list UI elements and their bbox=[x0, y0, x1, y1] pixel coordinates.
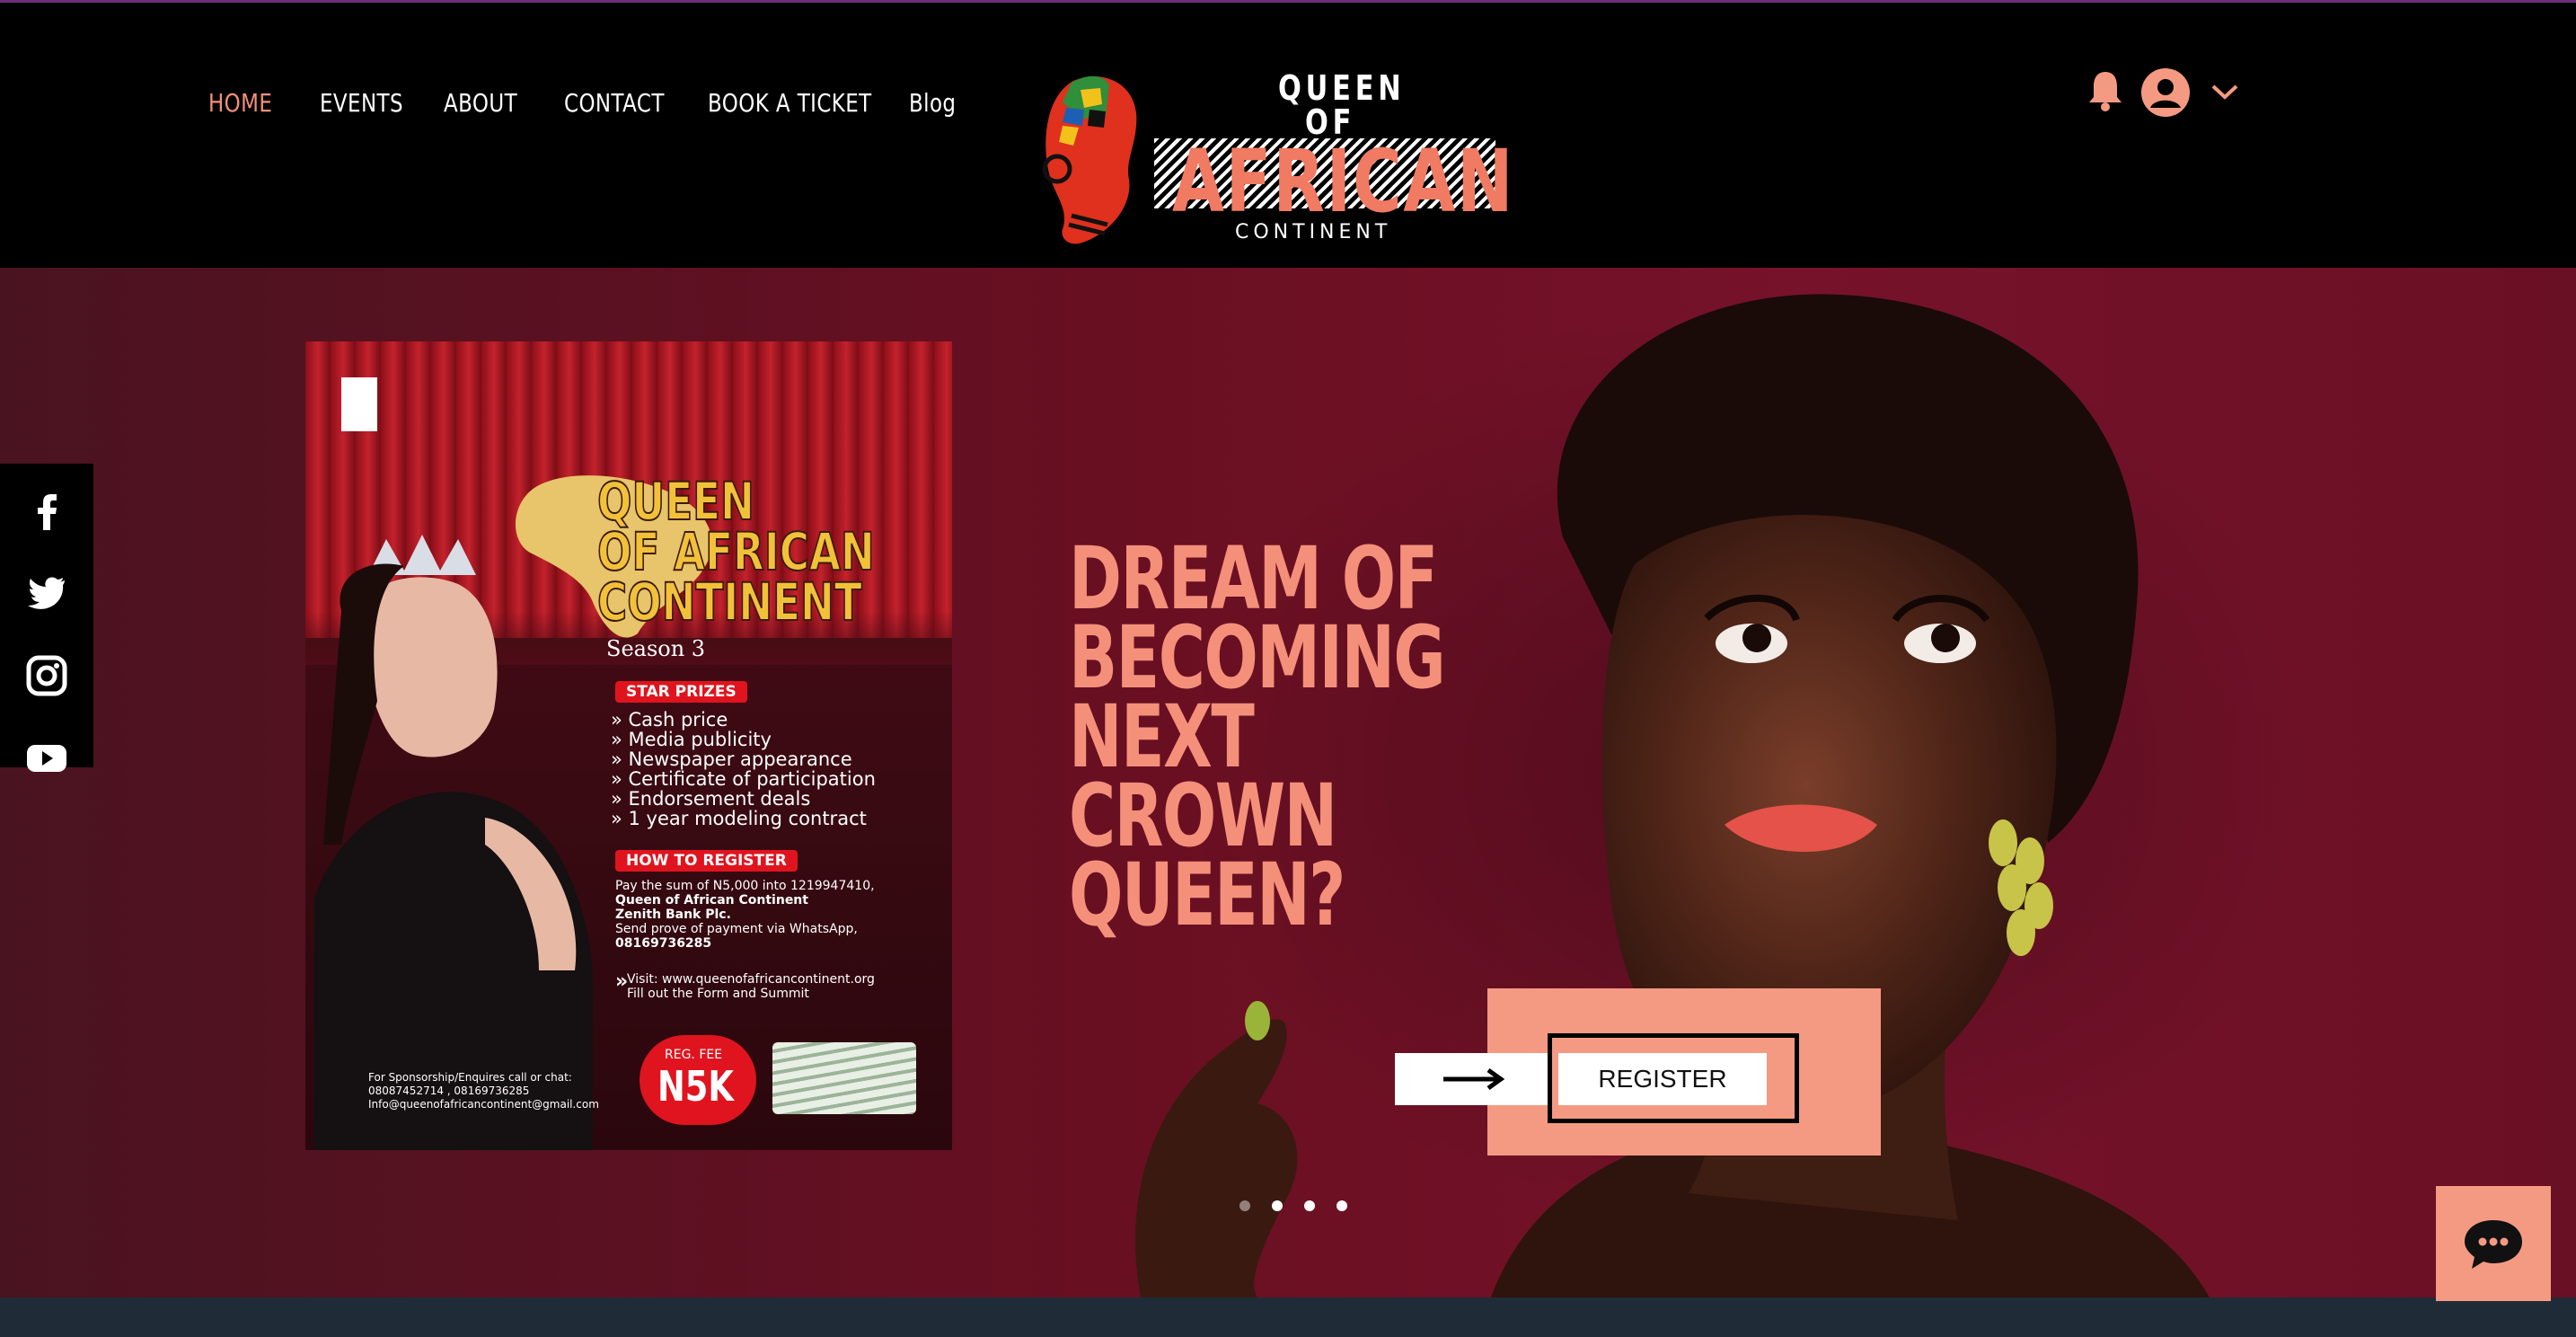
chat-bubble-icon bbox=[2465, 1220, 2522, 1269]
poster-prize-item: » Cash price bbox=[611, 709, 728, 730]
instagram-icon[interactable] bbox=[23, 652, 70, 699]
poster-prize-item: » Newspaper appearance bbox=[611, 748, 852, 770]
poster-fee-value: N5K bbox=[657, 1062, 734, 1111]
poster-title-line1: QUEEN bbox=[596, 471, 754, 532]
chat-widget[interactable] bbox=[2436, 1186, 2551, 1301]
poster-prizes-badge: STAR PRIZES bbox=[615, 681, 747, 703]
poster-visit-info: Visit: www.queenofafricancontinent.org F… bbox=[627, 972, 875, 1001]
site-logo[interactable]: QUEEN OF AFRICAN CONTINENT bbox=[1019, 63, 1513, 256]
logo-text-african: AFRICAN bbox=[1172, 131, 1515, 232]
poster-register-line: 08169736285 bbox=[615, 936, 712, 951]
poster-visit-line: Fill out the Form and Summit bbox=[627, 987, 809, 1001]
poster-fee-label: REG. FEE bbox=[665, 1048, 723, 1062]
poster-register-line: Zenith Bank Plc. bbox=[615, 908, 731, 922]
headline-line: DREAM OF bbox=[1069, 528, 1438, 629]
slide-dot[interactable] bbox=[1337, 1200, 1347, 1211]
poster-visit-line: Visit: www.queenofafricancontinent.org bbox=[627, 972, 875, 987]
poster-prize-item: » Media publicity bbox=[611, 729, 772, 750]
slide-dot[interactable] bbox=[1239, 1200, 1250, 1211]
poster-contact-line: Info@queenofafricancontinent@gmail.com bbox=[368, 1098, 599, 1111]
money-stack-image bbox=[772, 1042, 916, 1114]
poster-prize-item: » 1 year modeling contract bbox=[611, 808, 867, 829]
poster-model-image bbox=[314, 535, 593, 1150]
poster-title: QUEEN OF AFRICAN CONTINENT bbox=[596, 471, 875, 633]
hero-headline: DREAM OF BECOMING NEXT CROWN QUEEN? bbox=[1069, 528, 1446, 945]
nav-home[interactable]: HOME bbox=[208, 81, 272, 126]
poster-prizes-list: » Cash price » Media publicity » Newspap… bbox=[611, 710, 876, 828]
poster-contact-line: For Sponsorship/Enquires call or chat: bbox=[368, 1071, 572, 1084]
nav-book-a-ticket[interactable]: BOOK A TICKET bbox=[708, 81, 872, 126]
nav-contact[interactable]: CONTACT bbox=[564, 81, 665, 126]
bell-icon[interactable] bbox=[2086, 68, 2125, 113]
social-bar bbox=[0, 464, 93, 772]
headline-line: BECOMING bbox=[1069, 607, 1446, 708]
facebook-icon[interactable] bbox=[23, 487, 70, 534]
poster-prize-item: » Certificate of participation bbox=[611, 768, 876, 790]
poster-register-badge: HOW TO REGISTER bbox=[615, 850, 798, 872]
event-poster[interactable]: QUEEN OF AFRICAN CONTINENT Season 3 STAR… bbox=[305, 341, 952, 1150]
register-button[interactable]: REGISTER bbox=[1558, 1053, 1767, 1105]
poster-fee-badge: REG. FEE N5K bbox=[640, 1035, 756, 1125]
poster-register-line: Queen of African Continent bbox=[615, 893, 808, 908]
slide-dot[interactable] bbox=[1304, 1200, 1315, 1211]
arrow-right-icon bbox=[1443, 1067, 1505, 1091]
youtube-icon[interactable] bbox=[23, 735, 70, 782]
slide-dot[interactable] bbox=[1272, 1200, 1283, 1211]
poster-register-line: Pay the sum of N5,000 into 1219947410, bbox=[615, 879, 875, 893]
headline-line: CROWN bbox=[1069, 766, 1337, 866]
poster-title-line3: CONTINENT bbox=[596, 571, 862, 633]
headline-line: NEXT bbox=[1069, 686, 1255, 787]
nav-about[interactable]: ABOUT bbox=[444, 81, 517, 126]
poster-badge-icon bbox=[341, 377, 377, 431]
next-section-strip bbox=[0, 1297, 2576, 1337]
user-avatar-icon[interactable] bbox=[2141, 68, 2190, 117]
poster-register-line: Send prove of payment via WhatsApp, bbox=[615, 922, 858, 936]
register-arrow-box[interactable] bbox=[1395, 1053, 1548, 1105]
queen-profile-logo-icon bbox=[1042, 75, 1137, 244]
chevron-down-icon[interactable] bbox=[2210, 81, 2240, 102]
twitter-icon[interactable] bbox=[23, 569, 70, 615]
poster-season: Season 3 bbox=[606, 636, 706, 661]
poster-title-line2: OF AFRICAN bbox=[596, 521, 875, 582]
headline-line: QUEEN? bbox=[1069, 845, 1345, 945]
poster-contact-line: 08087452714 , 08169736285 bbox=[368, 1085, 530, 1097]
poster-register-info: Pay the sum of N5,000 into 1219947410, Q… bbox=[615, 879, 875, 951]
poster-contact-info: For Sponsorship/Enquires call or chat: 0… bbox=[368, 1071, 599, 1111]
poster-prize-item: » Endorsement deals bbox=[611, 788, 811, 810]
nav-blog[interactable]: Blog bbox=[909, 81, 956, 126]
nav-events[interactable]: EVENTS bbox=[320, 81, 403, 126]
logo-text-continent: CONTINENT bbox=[1235, 221, 1392, 243]
